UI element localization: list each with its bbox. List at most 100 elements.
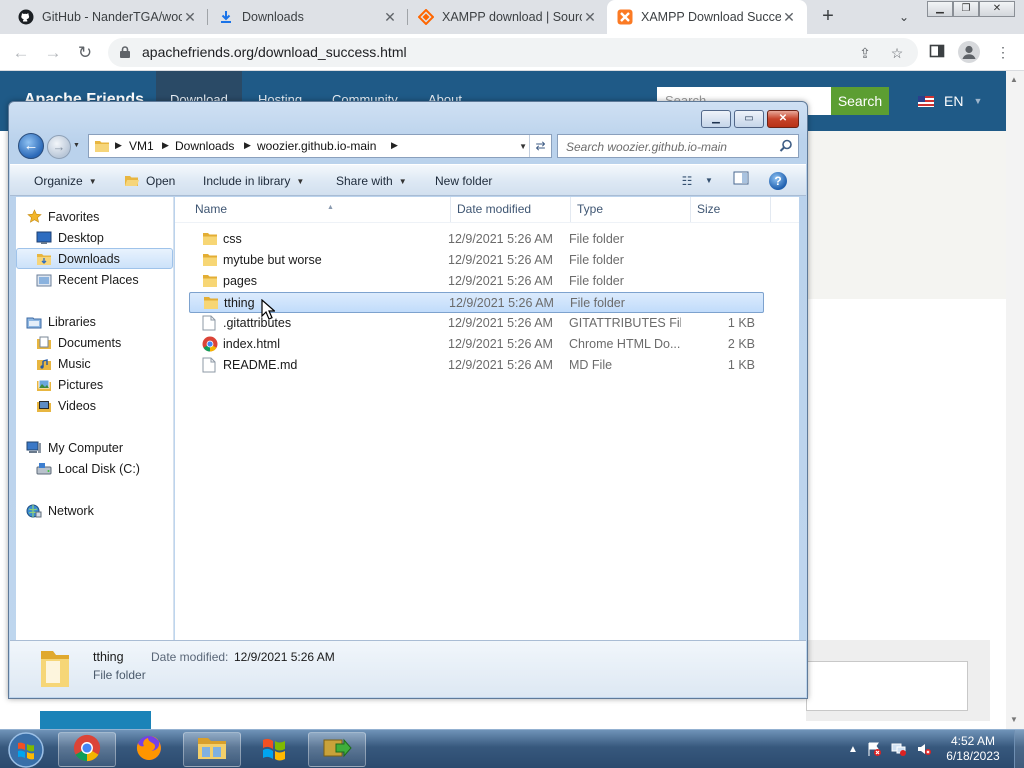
file-name: README.md bbox=[223, 358, 298, 372]
restore-button[interactable]: ❐ bbox=[953, 1, 979, 17]
nav-videos[interactable]: Videos bbox=[36, 395, 193, 416]
close-tab-icon[interactable]: ✕ bbox=[781, 9, 797, 26]
address-dropdown-icon[interactable]: ▼ bbox=[519, 142, 527, 151]
taskbar-chrome[interactable] bbox=[58, 732, 116, 767]
nav-downloads[interactable]: Downloads bbox=[16, 248, 173, 269]
close-tab-icon[interactable]: ✕ bbox=[182, 9, 198, 26]
file-row[interactable]: css 12/9/2021 5:26 AM File folder bbox=[189, 229, 764, 250]
start-button[interactable] bbox=[6, 731, 46, 768]
nav-network[interactable]: Network bbox=[26, 500, 183, 521]
close-tab-icon[interactable]: ✕ bbox=[382, 9, 398, 26]
file-row[interactable]: README.md 12/9/2021 5:26 AM MD File 1 KB bbox=[189, 355, 764, 376]
scroll-down-icon[interactable]: ▼ bbox=[1010, 715, 1018, 724]
system-clock[interactable]: 4:52 AM 6/18/2023 bbox=[940, 734, 1006, 764]
explorer-minimize-button[interactable]: ▁ bbox=[701, 110, 731, 128]
minimize-button[interactable]: ▁ bbox=[927, 1, 953, 17]
volume-muted-icon[interactable] bbox=[916, 741, 932, 757]
large-folder-icon bbox=[38, 647, 72, 694]
show-desktop-button[interactable] bbox=[1014, 730, 1024, 768]
new-folder-button[interactable]: New folder bbox=[435, 174, 492, 188]
include-in-library-label: Include in library bbox=[203, 174, 291, 188]
column-header-date-modified[interactable]: Date modified bbox=[451, 197, 571, 222]
nav-music[interactable]: Music bbox=[36, 353, 193, 374]
nav-recent-places[interactable]: Recent Places bbox=[36, 269, 193, 290]
taskbar-windows-media[interactable] bbox=[245, 732, 303, 767]
breadcrumb-downloads[interactable]: Downloads bbox=[175, 139, 234, 153]
navigation-pane: Favorites Desktop Downloads Recent Place… bbox=[16, 197, 174, 640]
preview-pane-icon[interactable] bbox=[730, 171, 752, 191]
breadcrumb-separator-icon[interactable]: ▶ bbox=[244, 140, 251, 151]
reload-icon[interactable]: ↻ bbox=[72, 40, 98, 66]
recent-pages-dropdown-icon[interactable]: ▼ bbox=[73, 142, 80, 149]
nav-documents[interactable]: Documents bbox=[36, 332, 193, 353]
column-header-name[interactable]: Name ▲ bbox=[189, 197, 451, 222]
explorer-maximize-button[interactable]: ▭ bbox=[734, 110, 764, 128]
file-row-selected[interactable]: tthing 12/9/2021 5:26 AM File folder bbox=[189, 292, 764, 313]
network-tray-icon[interactable] bbox=[891, 741, 907, 757]
scroll-up-icon[interactable]: ▲ bbox=[1010, 75, 1018, 84]
new-tab-button[interactable]: + bbox=[816, 5, 840, 29]
breadcrumb-vm1[interactable]: VM1 bbox=[129, 139, 154, 153]
view-details-icon[interactable]: ☷ bbox=[676, 171, 698, 191]
search-icon bbox=[779, 139, 793, 156]
nav-desktop[interactable]: Desktop bbox=[36, 227, 193, 248]
file-name: pages bbox=[223, 274, 258, 288]
explorer-search-input[interactable]: Search woozier.github.io-main bbox=[557, 134, 799, 158]
tab-sourceforge[interactable]: XAMPP download | SourceForge ✕ bbox=[408, 0, 608, 34]
include-in-library-button[interactable]: Include in library ▼ bbox=[203, 174, 304, 188]
breadcrumb-separator-icon[interactable]: ▶ bbox=[115, 140, 122, 151]
address-bar[interactable]: apachefriends.org/download_success.html … bbox=[108, 38, 918, 67]
nav-favorites[interactable]: Favorites bbox=[26, 206, 183, 227]
explorer-close-button[interactable]: ✕ bbox=[767, 110, 799, 128]
help-icon[interactable]: ? bbox=[769, 172, 787, 190]
explorer-address-bar[interactable]: ▶ VM1 ▶ Downloads ▶ woozier.github.io-ma… bbox=[88, 134, 552, 158]
close-window-button[interactable]: ✕ bbox=[979, 1, 1015, 17]
menu-kebab-icon[interactable]: ⋮ bbox=[994, 43, 1012, 61]
detail-file-name: tthing bbox=[93, 650, 124, 664]
nav-local-disk[interactable]: Local Disk (C:) bbox=[36, 458, 193, 479]
recent-places-icon bbox=[36, 272, 52, 288]
tab-github[interactable]: GitHub - NanderTGA/woozier ✕ bbox=[8, 0, 208, 34]
page-textarea[interactable] bbox=[806, 661, 968, 711]
forward-arrow-icon[interactable]: → bbox=[40, 40, 66, 66]
file-row[interactable]: mytube but worse 12/9/2021 5:26 AM File … bbox=[189, 250, 764, 271]
bookmark-star-icon[interactable]: ☆ bbox=[888, 44, 906, 62]
organize-button[interactable]: Organize ▼ bbox=[34, 174, 97, 188]
nav-my-computer[interactable]: My Computer bbox=[26, 437, 183, 458]
tab-xampp-success[interactable]: XAMPP Download Success ✕ bbox=[607, 0, 807, 34]
forward-arrow-icon[interactable]: → bbox=[47, 135, 71, 159]
nav-label: Videos bbox=[58, 398, 96, 413]
back-arrow-icon[interactable]: ← bbox=[18, 133, 44, 159]
breadcrumb-separator-icon[interactable]: ▶ bbox=[162, 140, 169, 151]
show-hidden-icons-icon[interactable]: ▲ bbox=[845, 741, 861, 757]
profile-avatar-icon[interactable] bbox=[958, 41, 980, 63]
site-search-button[interactable]: Search bbox=[831, 87, 889, 115]
column-header-size[interactable]: Size bbox=[691, 197, 771, 222]
breadcrumb-separator-icon[interactable]: ▶ bbox=[391, 140, 398, 151]
side-panel-icon[interactable] bbox=[928, 43, 946, 61]
tab-search-icon[interactable]: ⌄ bbox=[894, 7, 914, 27]
file-row[interactable]: index.html 12/9/2021 5:26 AM Chrome HTML… bbox=[189, 334, 764, 355]
nav-pictures[interactable]: Pictures bbox=[36, 374, 193, 395]
file-date: 12/9/2021 5:26 AM bbox=[448, 337, 553, 351]
open-button[interactable]: Open bbox=[124, 174, 175, 188]
taskbar-installer[interactable] bbox=[308, 732, 366, 767]
action-center-flag-icon[interactable] bbox=[866, 741, 882, 757]
taskbar-firefox[interactable] bbox=[120, 732, 178, 767]
back-arrow-icon[interactable]: ← bbox=[8, 40, 34, 66]
column-header-type[interactable]: Type bbox=[571, 197, 691, 222]
breadcrumb-current-folder[interactable]: woozier.github.io-main bbox=[257, 139, 376, 153]
tab-downloads[interactable]: Downloads ✕ bbox=[208, 0, 408, 34]
view-options-chevron-icon[interactable]: ▼ bbox=[698, 171, 720, 191]
share-icon[interactable]: ⇪ bbox=[856, 44, 874, 62]
details-pane: tthing File folder Date modified: 12/9/2… bbox=[10, 640, 806, 697]
page-scrollbar[interactable]: ▲ ▼ bbox=[1006, 71, 1024, 729]
refresh-icon[interactable]: ⇄ bbox=[529, 135, 551, 157]
language-selector[interactable]: EN ▼ bbox=[918, 93, 982, 109]
file-row[interactable]: pages 12/9/2021 5:26 AM File folder bbox=[189, 271, 764, 292]
taskbar-explorer[interactable] bbox=[183, 732, 241, 767]
file-row[interactable]: .gitattributes 12/9/2021 5:26 AM GITATTR… bbox=[189, 313, 764, 334]
close-tab-icon[interactable]: ✕ bbox=[582, 9, 598, 26]
share-with-button[interactable]: Share with ▼ bbox=[336, 174, 407, 188]
nav-libraries[interactable]: Libraries bbox=[26, 311, 183, 332]
